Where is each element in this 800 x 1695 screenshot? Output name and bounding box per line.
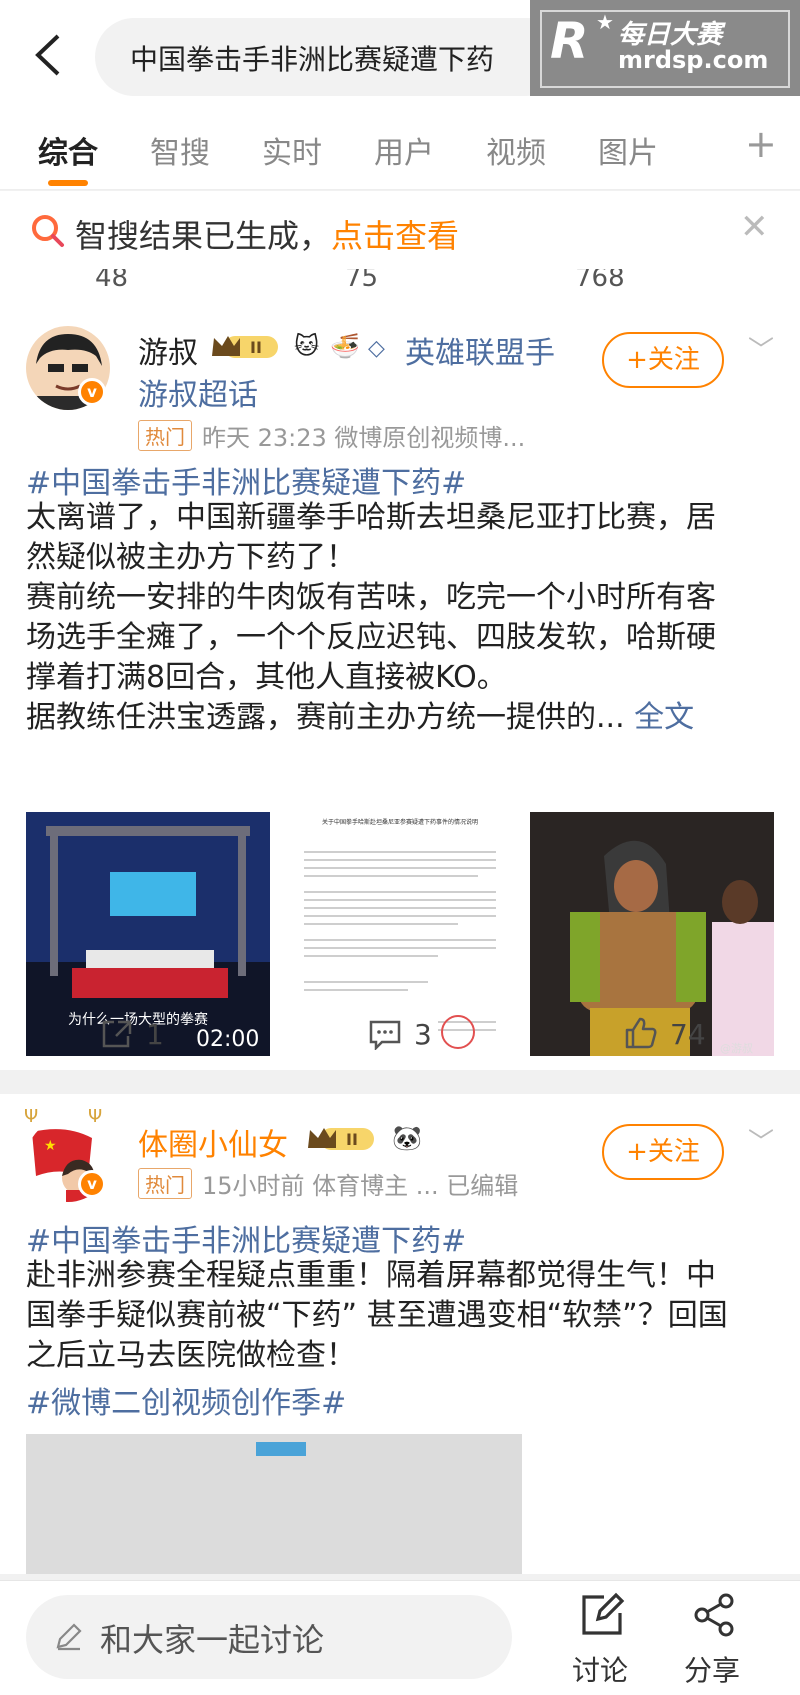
tab-comprehensive[interactable]: 综合 xyxy=(38,128,98,172)
post-time-source: 昨天 23:23 微博原创视频博... xyxy=(202,424,526,452)
full-text-link[interactable]: 全文 xyxy=(625,700,694,735)
discuss-label: 讨论 xyxy=(572,1654,629,1687)
body-line: 然疑似被主办方下药了！ xyxy=(26,540,356,575)
comment-count[interactable]: 75 xyxy=(345,269,378,293)
cat-icon: 🐱 xyxy=(294,332,320,360)
crown-icon: II xyxy=(308,1128,374,1150)
comment-button[interactable]: 3 xyxy=(368,1018,432,1052)
comment-icon xyxy=(369,1020,401,1052)
body-line: 场选手全瘫了，一个个反应迟钝、四肢发软，哈斯硬 xyxy=(26,620,716,655)
topic-hashtag[interactable]: #中国拳击手非洲比赛疑遭下药# xyxy=(26,1216,466,1260)
bottom-bar: 和大家一起讨论 讨论 分享 xyxy=(0,1580,800,1695)
follow-button[interactable]: +关注 xyxy=(602,332,724,388)
share-label: 分享 xyxy=(684,1654,741,1687)
body-line: 据教练任洪宝透露，赛前主办方统一提供的... xyxy=(26,700,625,735)
antler-icon: Ψ xyxy=(24,1106,39,1127)
diamond-icon: ◇ xyxy=(368,336,385,361)
body-line-last: 据教练任洪宝透露，赛前主办方统一提供的... 全文 xyxy=(26,698,786,738)
star-icon: ★ xyxy=(596,10,614,34)
username[interactable]: 体圈小仙女 xyxy=(138,1120,288,1164)
post-time-source: 15小时前 体育博主 ... 已编辑 xyxy=(202,1172,519,1200)
post-meta: 热门 昨天 23:23 微博原创视频博... xyxy=(138,418,525,453)
repost-count: 1 xyxy=(146,1018,164,1051)
photo-watermark: @游叔 xyxy=(720,1041,753,1055)
comment-input-placeholder: 和大家一起讨论 xyxy=(100,1621,325,1659)
post-meta: 热门 15小时前 体育博主 ... 已编辑 xyxy=(138,1166,518,1201)
body-line: 撑着打满8回合，其他人直接被KO。 xyxy=(26,660,507,695)
tab-video[interactable]: 视频 xyxy=(486,128,546,172)
notice-text: 智搜结果已生成，点击查看 xyxy=(75,211,459,257)
pencil-icon xyxy=(56,1623,82,1651)
antler-icon: Ψ xyxy=(88,1106,103,1127)
thumbs-up-icon xyxy=(625,1017,657,1049)
video-thumbnail[interactable] xyxy=(26,1434,522,1574)
username[interactable]: 游叔 xyxy=(138,328,198,372)
body-line: 之后立马去医院做检查！ xyxy=(26,1338,356,1373)
notice-view-link[interactable]: 点击查看 xyxy=(331,217,459,255)
member-level: II xyxy=(250,338,262,357)
super-topic-link[interactable]: 游叔超话 xyxy=(138,370,258,414)
super-topic-tag[interactable]: 英雄联盟手 xyxy=(405,328,555,372)
edit-square-icon xyxy=(582,1592,625,1635)
add-tab-icon[interactable]: + xyxy=(745,122,777,166)
like-button[interactable]: 74 xyxy=(624,1016,706,1051)
post-card: v 游叔 II 🐱 🍜 ◇ 英雄联盟手 游叔超话 热门 昨天 23:23 微博原创… xyxy=(0,300,800,1070)
like-count: 74 xyxy=(670,1018,706,1051)
search-query[interactable]: 中国拳击手非洲比赛疑遭下药 xyxy=(130,38,550,78)
bowl-icon: 🍜 xyxy=(330,332,360,360)
topic-hashtag[interactable]: #微博二创视频创作季# xyxy=(26,1378,346,1422)
back-arrow-icon[interactable] xyxy=(30,30,70,80)
chevron-down-icon[interactable]: ﹀ xyxy=(748,330,774,367)
verified-badge: v xyxy=(78,1170,106,1198)
comment-input[interactable]: 和大家一起讨论 xyxy=(26,1595,512,1679)
smart-search-notice[interactable]: 智搜结果已生成，点击查看 ✕ xyxy=(0,191,800,269)
comment-count: 3 xyxy=(414,1018,432,1051)
tab-realtime[interactable]: 实时 xyxy=(262,128,322,172)
tab-users[interactable]: 用户 xyxy=(374,128,434,172)
tab-smart-search[interactable]: 智搜 xyxy=(150,128,210,172)
video-duration: 02:00 xyxy=(196,1027,259,1052)
repost-count[interactable]: 48 xyxy=(95,269,128,293)
member-level: II xyxy=(346,1130,358,1149)
post-body: 赴非洲参赛全程疑点重重！隔着屏幕都觉得生气！中 国拳手疑似赛前被“下药” 甚至遭… xyxy=(26,1256,786,1376)
body-line: 赛前统一安排的牛肉饭有苦味，吃完一个小时所有客 xyxy=(26,580,716,615)
discuss-button[interactable]: 讨论 xyxy=(572,1589,632,1689)
svg-text:★: ★ xyxy=(44,1138,57,1154)
share-icon xyxy=(694,1593,734,1637)
smart-search-icon xyxy=(32,215,64,247)
watermark: R ★ 每日大赛 mrdsp.com xyxy=(530,0,800,96)
repost-button[interactable]: 1 xyxy=(100,1018,164,1051)
body-line: 太离谱了，中国新疆拳手哈斯去坦桑尼亚打比赛，居 xyxy=(26,500,716,535)
doc-title: 关于中国拳手哈斯赴坦桑尼亚参赛疑遭下药事件的情况说明 xyxy=(322,818,478,826)
thumbnail-sign xyxy=(256,1442,306,1456)
share-button[interactable]: 分享 xyxy=(684,1589,744,1689)
crown-icon: II xyxy=(212,336,278,358)
verified-badge: v xyxy=(78,378,106,406)
close-icon[interactable]: ✕ xyxy=(740,207,769,247)
post-card: ★ v Ψ Ψ 体圈小仙女 II 🐼 热门 15小时前 体育博主 ... 已编辑 … xyxy=(0,1094,800,1574)
panda-icon: 🐼 xyxy=(392,1124,422,1152)
like-count[interactable]: 768 xyxy=(575,269,625,293)
hot-badge: 热门 xyxy=(138,420,192,451)
follow-button[interactable]: +关注 xyxy=(602,1124,724,1180)
repost-icon xyxy=(102,1020,132,1048)
body-line: 赴非洲参赛全程疑点重重！隔着屏幕都觉得生气！中 xyxy=(26,1258,716,1293)
chevron-down-icon[interactable]: ﹀ xyxy=(748,1122,774,1159)
watermark-logo: R xyxy=(550,12,589,70)
search-tabs: 综合 智搜 实时 用户 视频 图片 + xyxy=(0,110,800,190)
watermark-url: mrdsp.com xyxy=(618,46,769,74)
post-body: 太离谱了，中国新疆拳手哈斯去坦桑尼亚打比赛，居 然疑似被主办方下药了！ 赛前统一… xyxy=(26,498,786,738)
active-tab-indicator xyxy=(48,180,88,186)
tab-images[interactable]: 图片 xyxy=(598,128,658,172)
top-bar: 中国拳击手非洲比赛疑遭下药 R ★ 每日大赛 mrdsp.com xyxy=(0,0,800,110)
notice-message: 智搜结果已生成， xyxy=(75,217,332,255)
hot-badge: 热门 xyxy=(138,1168,192,1199)
body-line: 国拳手疑似赛前被“下药” 甚至遭遇变相“软禁”？回国 xyxy=(26,1298,728,1333)
topic-hashtag[interactable]: #中国拳击手非洲比赛疑遭下药# xyxy=(26,458,466,502)
